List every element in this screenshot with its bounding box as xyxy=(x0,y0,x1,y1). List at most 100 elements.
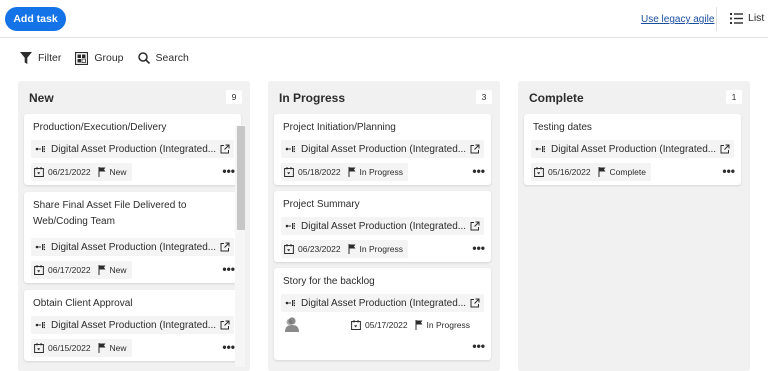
list-icon xyxy=(730,12,743,24)
project-link[interactable]: Digital Asset Production (Integrated... xyxy=(31,140,234,158)
task-title[interactable]: Production/Execution/Delivery xyxy=(33,120,229,136)
due-date: 06/21/2022 xyxy=(48,167,91,177)
toolbar: Filter Group Search xyxy=(20,50,203,66)
task-card[interactable]: Project Summary Digital Asset Production… xyxy=(274,191,491,262)
external-link-icon[interactable] xyxy=(470,144,480,154)
external-link-icon[interactable] xyxy=(220,242,230,252)
flag-icon xyxy=(98,343,106,353)
status-label: New xyxy=(109,167,127,177)
list-view-button[interactable]: List xyxy=(730,12,764,24)
project-link[interactable]: Digital Asset Production (Integrated... xyxy=(31,238,234,256)
task-meta: 06/15/2022 New xyxy=(31,339,132,357)
filter-label: Filter xyxy=(38,52,62,64)
flag-icon xyxy=(415,320,423,330)
task-title[interactable]: Testing dates xyxy=(533,120,729,136)
project-icon xyxy=(35,322,45,329)
project-name: Digital Asset Production (Integrated... xyxy=(51,241,217,253)
more-options-button[interactable]: ••• xyxy=(472,339,485,353)
flag-icon xyxy=(598,167,606,177)
more-options-button[interactable]: ••• xyxy=(722,164,735,178)
group-button[interactable]: Group xyxy=(75,51,124,65)
flag-icon xyxy=(98,265,106,275)
task-title[interactable]: Project Summary xyxy=(283,197,479,213)
calendar-icon xyxy=(351,320,361,330)
external-link-icon[interactable] xyxy=(720,144,730,154)
status-label: In Progress xyxy=(359,167,404,177)
task-card[interactable]: Production/Execution/Delivery Digital As… xyxy=(24,114,241,185)
column-title: In Progress xyxy=(279,91,346,105)
project-link[interactable]: Digital Asset Production (Integrated... xyxy=(281,140,484,158)
task-card[interactable]: Story for the backlog Digital Asset Prod… xyxy=(274,268,491,360)
column-new: New 9 Production/Execution/Delivery Digi… xyxy=(18,81,250,371)
status-label: In Progress xyxy=(359,244,404,254)
use-legacy-agile-link[interactable]: Use legacy agile xyxy=(641,14,714,25)
calendar-icon xyxy=(34,265,44,275)
task-card[interactable]: Testing dates Digital Asset Production (… xyxy=(524,114,741,185)
project-icon xyxy=(35,146,45,153)
task-meta: 05/18/2022 In Progress xyxy=(281,163,409,181)
project-name: Digital Asset Production (Integrated... xyxy=(301,220,467,232)
project-name: Digital Asset Production (Integrated... xyxy=(301,143,467,155)
external-link-icon[interactable] xyxy=(470,298,480,308)
divider xyxy=(716,7,717,31)
due-date: 05/18/2022 xyxy=(298,167,341,177)
task-card[interactable]: Obtain Client Approval Digital Asset Pro… xyxy=(24,290,241,361)
task-meta: 06/17/2022 New xyxy=(31,261,132,279)
column-count: 9 xyxy=(226,90,242,104)
external-link-icon[interactable] xyxy=(220,144,230,154)
more-options-button[interactable]: ••• xyxy=(472,164,485,178)
task-card[interactable]: Project Initiation/Planning Digital Asse… xyxy=(274,114,491,185)
task-title[interactable]: Share Final Asset File Delivered to Web/… xyxy=(33,198,229,230)
project-icon xyxy=(35,244,45,251)
flag-icon xyxy=(348,167,356,177)
project-icon xyxy=(535,146,545,153)
external-link-icon[interactable] xyxy=(220,320,230,330)
filter-button[interactable]: Filter xyxy=(20,51,62,65)
status-label: New xyxy=(109,265,127,275)
column-in-progress: In Progress 3 Project Initiation/Plannin… xyxy=(268,81,500,371)
group-label: Group xyxy=(94,52,124,64)
filter-icon xyxy=(20,51,32,64)
task-meta: 06/23/2022 In Progress xyxy=(281,240,409,258)
column-count: 3 xyxy=(476,90,492,104)
project-icon xyxy=(285,300,295,307)
due-date: 05/17/2022 xyxy=(365,320,408,330)
task-title[interactable]: Story for the backlog xyxy=(283,274,479,290)
external-link-icon[interactable] xyxy=(470,221,480,231)
task-meta: 06/21/2022 New xyxy=(31,163,132,181)
project-link[interactable]: Digital Asset Production (Integrated... xyxy=(31,316,234,334)
task-meta: 05/16/2022 Complete xyxy=(531,163,651,181)
task-title[interactable]: Project Initiation/Planning xyxy=(283,120,479,136)
more-options-button[interactable]: ••• xyxy=(222,340,235,354)
flag-icon xyxy=(348,244,356,254)
more-options-button[interactable]: ••• xyxy=(222,164,235,178)
due-date: 06/23/2022 xyxy=(298,244,341,254)
task-card[interactable]: Share Final Asset File Delivered to Web/… xyxy=(24,192,241,283)
project-link[interactable]: Digital Asset Production (Integrated... xyxy=(281,294,484,312)
add-task-button[interactable]: Add task xyxy=(5,7,66,31)
project-link[interactable]: Digital Asset Production (Integrated... xyxy=(531,140,734,158)
more-options-button[interactable]: ••• xyxy=(472,241,485,255)
due-date: 06/17/2022 xyxy=(48,265,91,275)
scrollbar-thumb[interactable] xyxy=(237,126,245,230)
calendar-icon xyxy=(34,167,44,177)
project-icon xyxy=(285,146,295,153)
project-name: Digital Asset Production (Integrated... xyxy=(551,143,717,155)
column-complete: Complete 1 Testing dates Digital Asset P… xyxy=(518,81,750,371)
top-bar: Add task Use legacy agile List xyxy=(0,0,768,38)
status-label: In Progress xyxy=(426,320,471,330)
project-name: Digital Asset Production (Integrated... xyxy=(51,143,217,155)
calendar-icon xyxy=(284,167,294,177)
task-title[interactable]: Obtain Client Approval xyxy=(33,296,229,312)
status-label: New xyxy=(109,343,127,353)
list-label: List xyxy=(748,12,765,24)
status-label: Complete xyxy=(609,167,646,177)
project-link[interactable]: Digital Asset Production (Integrated... xyxy=(281,217,484,235)
project-icon xyxy=(285,223,295,230)
due-date: 06/15/2022 xyxy=(48,343,91,353)
search-button[interactable]: Search xyxy=(137,52,189,64)
more-options-button[interactable]: ••• xyxy=(222,262,235,276)
search-label: Search xyxy=(155,52,189,64)
calendar-icon xyxy=(284,244,294,254)
user-avatar-icon[interactable] xyxy=(284,316,300,332)
